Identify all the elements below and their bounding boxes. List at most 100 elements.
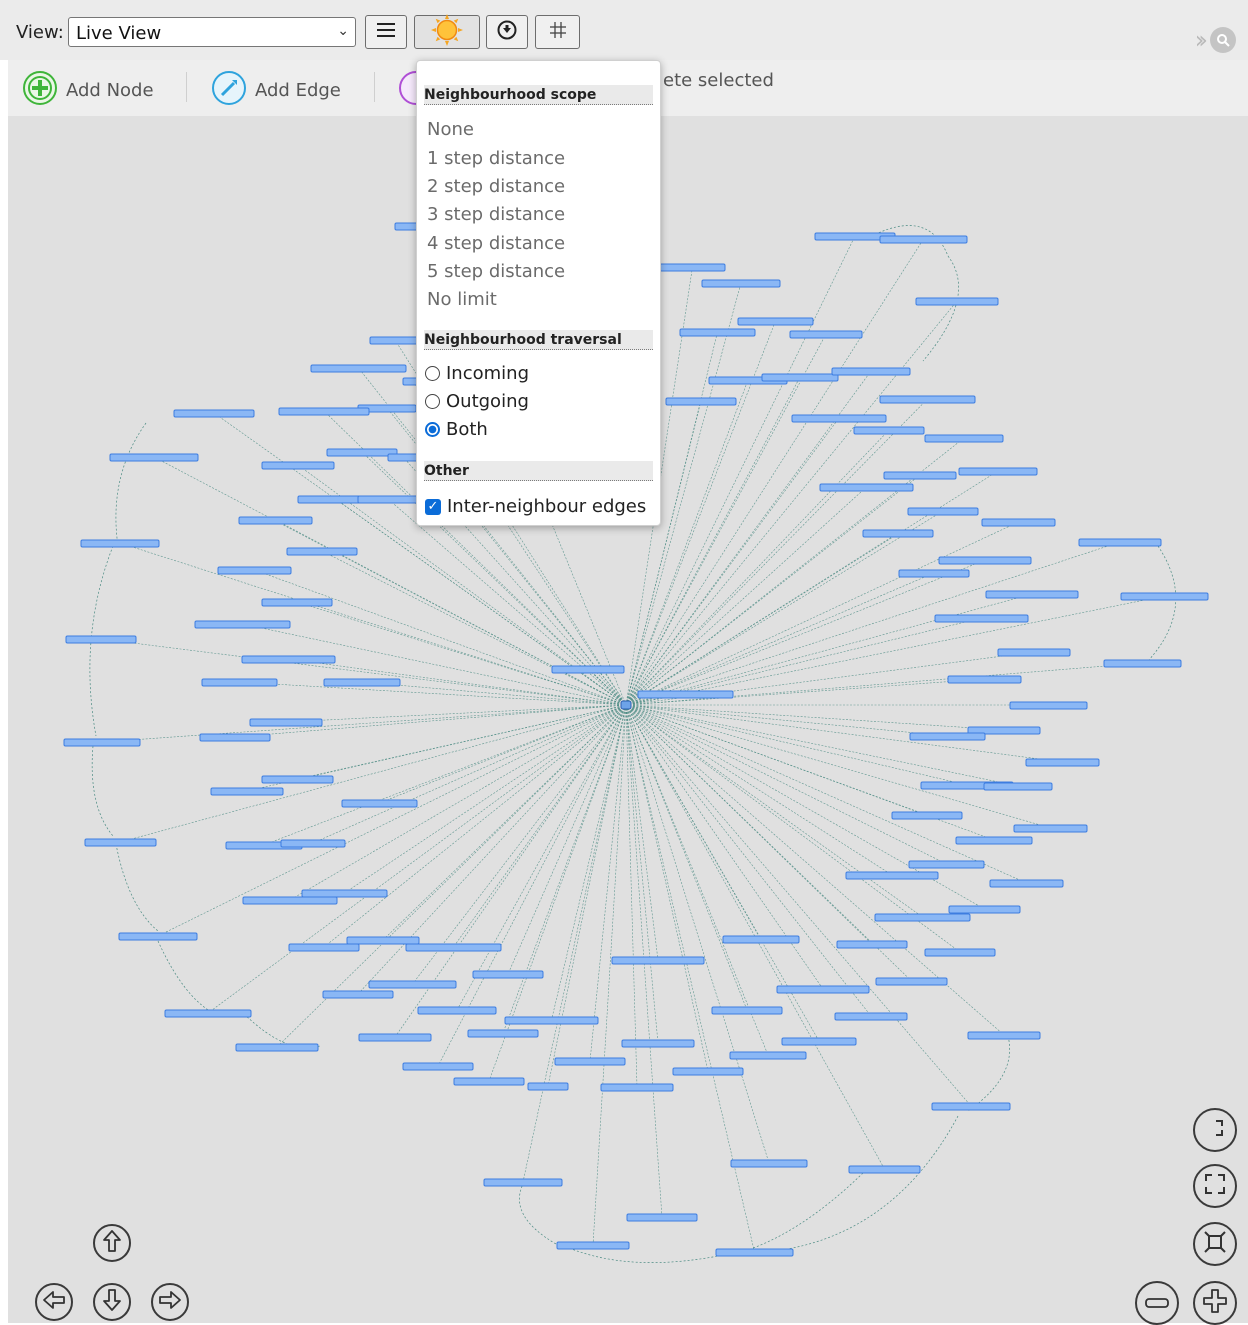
graph-node[interactable]: [879, 395, 976, 404]
inter-neighbour-checkbox[interactable]: ✓ Inter-neighbour edges: [425, 496, 646, 517]
graph-node[interactable]: [722, 935, 800, 944]
graph-node[interactable]: [831, 367, 911, 376]
view-select[interactable]: Live View ⌄: [68, 17, 356, 47]
graph-node[interactable]: [238, 516, 313, 525]
graph-node[interactable]: [997, 648, 1071, 657]
graph-node[interactable]: [326, 448, 398, 457]
graph-node[interactable]: [288, 943, 360, 952]
graph-node[interactable]: [947, 675, 1022, 684]
graph-node[interactable]: [118, 932, 198, 941]
download-button[interactable]: [486, 15, 528, 49]
graph-node[interactable]: [1009, 701, 1088, 710]
graph-node[interactable]: [1025, 758, 1100, 767]
graph-node[interactable]: [369, 336, 421, 345]
graph-node[interactable]: [235, 1043, 319, 1052]
graph-node[interactable]: [637, 690, 734, 699]
pan-left-button[interactable]: [35, 1283, 73, 1321]
graph-node[interactable]: [346, 936, 420, 945]
graph-node[interactable]: [789, 330, 863, 339]
graph-node[interactable]: [210, 787, 284, 796]
graph-node[interactable]: [322, 990, 394, 999]
radio-circle[interactable]: [425, 366, 440, 381]
graph-node[interactable]: [761, 373, 839, 382]
checkbox-checked-icon[interactable]: ✓: [425, 498, 441, 515]
radio-circle-selected[interactable]: [425, 422, 440, 437]
graph-node[interactable]: [967, 1031, 1041, 1040]
graph-node[interactable]: [1120, 592, 1209, 601]
graph-node[interactable]: [194, 620, 291, 629]
graph-node[interactable]: [453, 1077, 525, 1086]
graph-node[interactable]: [402, 1062, 474, 1071]
graph-node[interactable]: [357, 495, 419, 504]
delete-selected-button[interactable]: ete selected: [663, 70, 774, 91]
graph-node[interactable]: [715, 1248, 794, 1257]
graph-node[interactable]: [672, 1067, 744, 1076]
graph-node[interactable]: [836, 940, 908, 949]
pan-right-button[interactable]: [151, 1283, 189, 1321]
graph-node[interactable]: [729, 1051, 807, 1060]
graph-node[interactable]: [931, 1102, 1011, 1111]
graph-node[interactable]: [626, 1213, 698, 1222]
graph-node[interactable]: [173, 409, 255, 418]
graph-node[interactable]: [261, 461, 335, 470]
graph-node[interactable]: [848, 1165, 921, 1174]
graph-node[interactable]: [1013, 824, 1088, 833]
menu-button[interactable]: [365, 15, 407, 49]
graph-node[interactable]: [358, 1033, 432, 1042]
graph-node[interactable]: [915, 297, 999, 306]
graph-node[interactable]: [1103, 659, 1182, 668]
graph-node[interactable]: [84, 838, 157, 847]
fullscreen-button[interactable]: [1193, 1164, 1237, 1208]
pan-up-button[interactable]: [93, 1224, 131, 1262]
graph-node[interactable]: [249, 718, 323, 727]
graph-node[interactable]: [845, 871, 939, 880]
scope-option-2[interactable]: 2 step distance: [427, 176, 565, 197]
scope-option-no-limit[interactable]: No limit: [427, 289, 497, 310]
traversal-incoming[interactable]: Incoming: [425, 363, 529, 384]
graph-node[interactable]: [201, 678, 278, 687]
graph-node[interactable]: [776, 985, 870, 994]
graph-node[interactable]: [286, 547, 358, 556]
graph-node[interactable]: [417, 1006, 497, 1015]
graph-node[interactable]: [665, 397, 737, 406]
graph-node[interactable]: [278, 407, 370, 416]
graph-node[interactable]: [909, 732, 986, 741]
scope-option-3[interactable]: 3 step distance: [427, 204, 565, 225]
graph-node[interactable]: [679, 328, 756, 337]
scope-option-4[interactable]: 4 step distance: [427, 233, 565, 254]
pan-down-button[interactable]: [93, 1283, 131, 1321]
graph-node[interactable]: [737, 317, 814, 326]
search-icon[interactable]: [1210, 27, 1236, 53]
graph-node[interactable]: [875, 977, 948, 986]
graph-node[interactable]: [883, 471, 957, 480]
hub-node[interactable]: [620, 700, 632, 710]
graph-node[interactable]: [467, 1029, 539, 1038]
scope-option-1[interactable]: 1 step distance: [427, 148, 565, 169]
graph-node[interactable]: [711, 1006, 783, 1015]
graph-node[interactable]: [310, 364, 407, 373]
graph-node[interactable]: [241, 655, 336, 664]
graph-node[interactable]: [1078, 538, 1162, 547]
graph-node[interactable]: [862, 529, 934, 538]
graph-node[interactable]: [63, 738, 141, 747]
grid-button[interactable]: [535, 15, 580, 49]
graph-node[interactable]: [65, 635, 137, 644]
graph-node[interactable]: [199, 733, 271, 742]
graph-node[interactable]: [819, 483, 914, 492]
graph-node[interactable]: [853, 426, 925, 435]
graph-node[interactable]: [834, 1012, 908, 1021]
graph-node[interactable]: [907, 507, 979, 516]
graph-node[interactable]: [368, 980, 457, 989]
traversal-both[interactable]: Both: [425, 419, 488, 440]
graph-node[interactable]: [701, 279, 781, 288]
graph-node[interactable]: [938, 556, 1032, 565]
graph-node[interactable]: [80, 539, 160, 548]
graph-node[interactable]: [791, 414, 887, 423]
graph-node[interactable]: [280, 839, 346, 848]
graph-node[interactable]: [958, 467, 1038, 476]
graph-node[interactable]: [955, 836, 1033, 845]
graph-node[interactable]: [551, 665, 625, 674]
graph-node[interactable]: [781, 1037, 857, 1046]
graph-node[interactable]: [405, 943, 502, 952]
graph-node[interactable]: [730, 1159, 808, 1168]
